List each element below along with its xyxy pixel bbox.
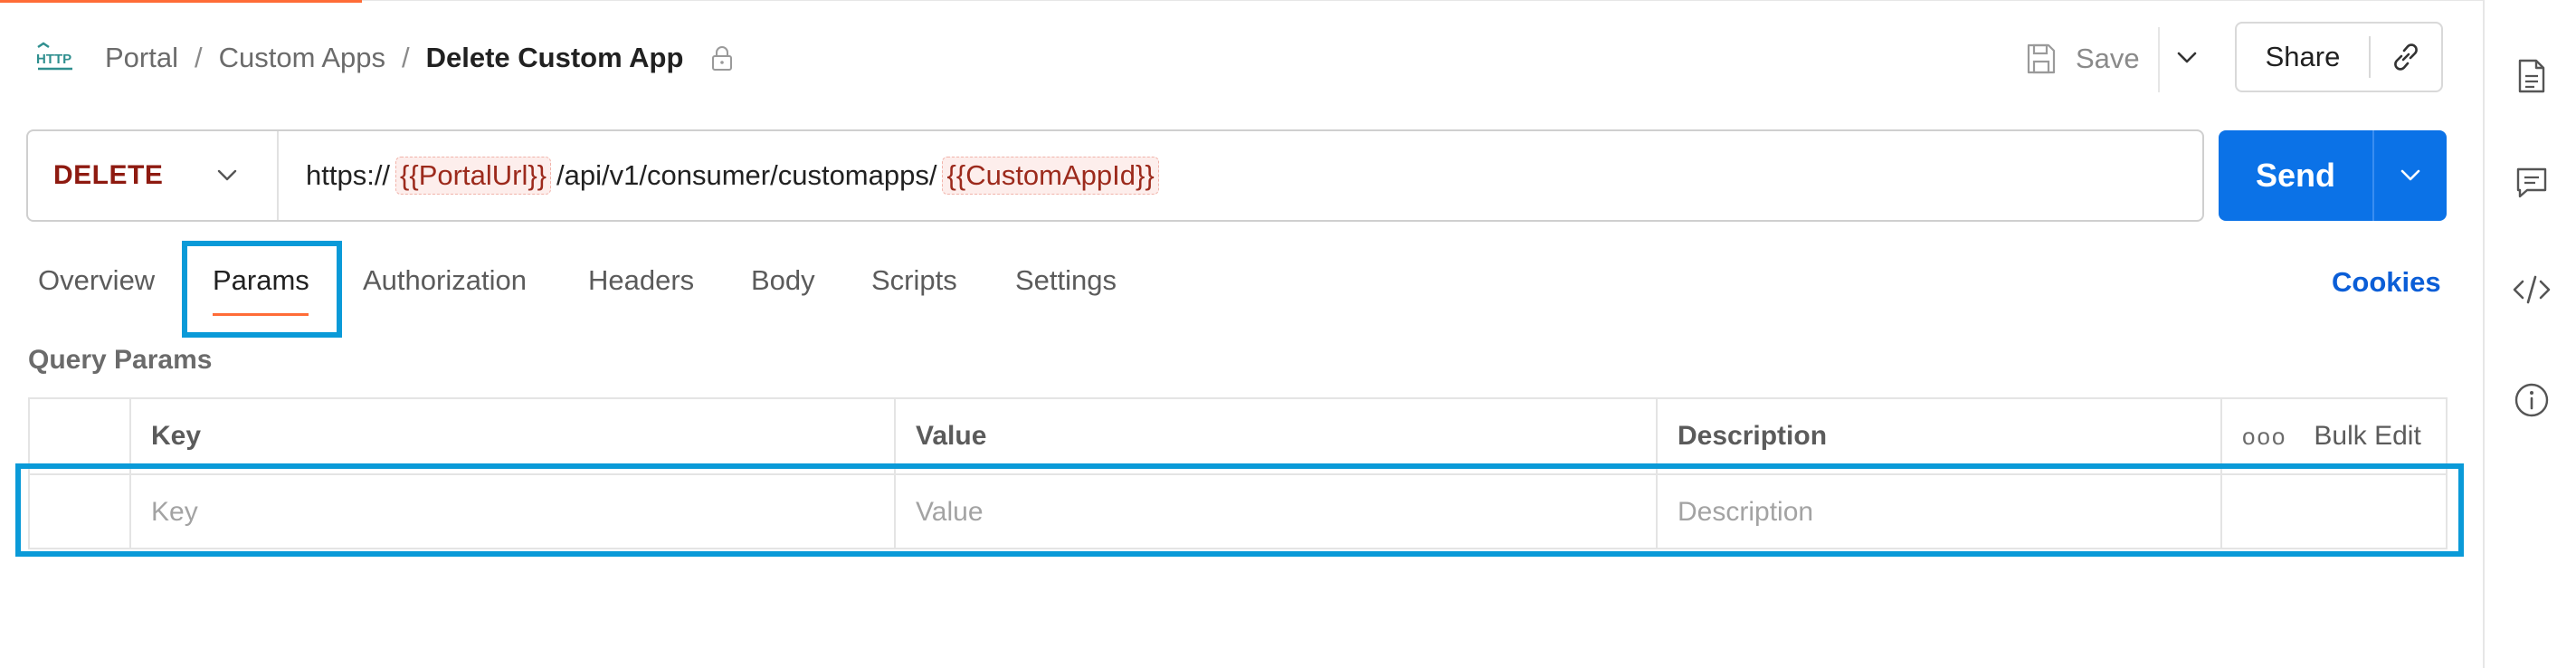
description-input[interactable]: Description: [1658, 475, 2222, 549]
bulk-edit-button[interactable]: ooo Bulk Edit: [2242, 421, 2421, 452]
save-icon: [2025, 42, 2058, 76]
breadcrumb: Portal / Custom Apps / Delete Custom App: [105, 38, 734, 78]
info-icon[interactable]: [2512, 380, 2552, 420]
link-icon: [2394, 43, 2418, 71]
breadcrumb-custom-apps[interactable]: Custom Apps: [219, 42, 385, 74]
document-icon[interactable]: [2512, 56, 2552, 96]
tab-headers[interactable]: Headers: [588, 264, 694, 297]
query-params-title: Query Params: [28, 345, 213, 375]
tab-scripts[interactable]: Scripts: [871, 264, 957, 297]
description-column-header: Description: [1658, 399, 2222, 473]
http-icon: HTTP: [34, 40, 80, 76]
chevron-down-icon: [2400, 169, 2420, 181]
empty-cell: [2222, 475, 2446, 549]
right-sidebar: [2483, 0, 2576, 668]
breadcrumb-separator: /: [401, 42, 410, 73]
params-tab-highlight: [182, 241, 342, 338]
tab-authorization[interactable]: Authorization: [363, 264, 527, 297]
tab-overview[interactable]: Overview: [38, 264, 155, 297]
url-variable-portal-url[interactable]: {{PortalUrl}}: [395, 157, 552, 195]
bulk-edit-label: Bulk Edit: [2314, 421, 2421, 451]
copy-link-button[interactable]: [2371, 24, 2441, 91]
url-variable-custom-app-id[interactable]: {{CustomAppId}}: [942, 157, 1159, 195]
chevron-down-icon: [2177, 52, 2197, 63]
request-title[interactable]: Delete Custom App: [426, 42, 684, 74]
send-options-button[interactable]: [2374, 130, 2447, 221]
breadcrumb-separator: /: [194, 42, 203, 73]
tab-settings[interactable]: Settings: [1015, 264, 1117, 297]
share-button[interactable]: Share: [2237, 41, 2369, 73]
url-path: /api/v1/consumer/customapps/: [556, 159, 937, 191]
row-checkbox-cell: [30, 475, 131, 549]
save-button[interactable]: Save: [2025, 36, 2140, 81]
url-input[interactable]: https:// {{PortalUrl}} /api/v1/consumer/…: [306, 157, 1164, 195]
key-input[interactable]: Key: [131, 475, 896, 549]
breadcrumb-portal[interactable]: Portal: [105, 42, 178, 74]
code-icon[interactable]: [2512, 270, 2552, 310]
cookies-link[interactable]: Cookies: [2332, 266, 2441, 299]
table-header-row: Key Value Description ooo Bulk Edit: [30, 399, 2446, 475]
key-column-header: Key: [131, 399, 896, 473]
send-group: Send: [2219, 130, 2447, 221]
comment-icon[interactable]: [2512, 163, 2552, 203]
lock-icon[interactable]: [710, 44, 734, 72]
url-prefix: https://: [306, 159, 391, 191]
bulk-edit-cell: ooo Bulk Edit: [2222, 399, 2446, 473]
method-label: DELETE: [53, 160, 164, 190]
send-button[interactable]: Send: [2219, 157, 2372, 195]
http-icon-label: HTTP: [36, 52, 71, 67]
chevron-down-icon: [215, 167, 239, 185]
tab-body[interactable]: Body: [751, 264, 815, 297]
share-group: Share: [2235, 22, 2443, 92]
request-url-bar: DELETE https:// {{PortalUrl}} /api/v1/co…: [26, 129, 2204, 222]
divider: [2158, 27, 2160, 92]
save-options-button[interactable]: [2172, 40, 2202, 76]
method-select[interactable]: DELETE: [28, 131, 279, 220]
checkbox-column-header: [30, 399, 131, 473]
table-row: Key Value Description: [30, 475, 2446, 549]
save-label: Save: [2076, 43, 2140, 74]
request-header: HTTP Portal / Custom Apps / Delete Custo…: [0, 0, 2479, 118]
more-options-icon[interactable]: ooo: [2242, 423, 2286, 451]
query-params-table: Key Value Description ooo Bulk Edit Key …: [28, 397, 2448, 549]
value-input[interactable]: Value: [896, 475, 1658, 549]
value-column-header: Value: [896, 399, 1658, 473]
